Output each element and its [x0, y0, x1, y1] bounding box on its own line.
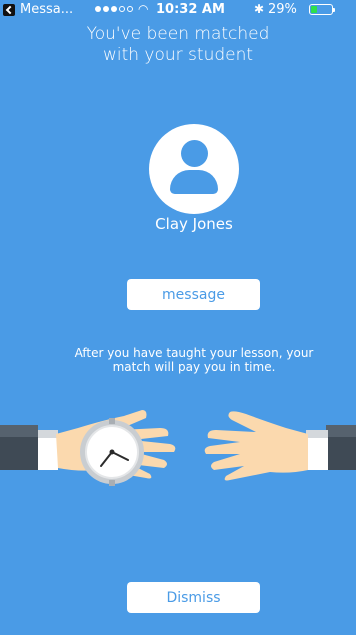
signal-strength-icon — [95, 6, 133, 12]
message-button[interactable]: message — [127, 279, 260, 310]
battery-percentage: 29% — [268, 2, 297, 17]
payment-info-text: After you have taught your lesson, your … — [74, 346, 314, 374]
student-name: Clay Jones — [155, 215, 233, 233]
battery-icon — [309, 4, 335, 15]
match-screen: Messa... ◠ 10:32 AM ✱ 29% You've been ma… — [0, 0, 356, 635]
bluetooth-icon: ✱ — [254, 2, 265, 16]
wifi-icon: ◠ — [138, 2, 149, 16]
match-title: You've been matched with your student — [86, 24, 270, 65]
dismiss-button[interactable]: Dismiss — [127, 582, 260, 613]
status-bar: Messa... ◠ 10:32 AM ✱ 29% — [0, 0, 356, 20]
back-to-app-icon[interactable] — [3, 4, 15, 16]
student-avatar — [149, 124, 239, 214]
hands-exchange-illustration — [0, 410, 356, 486]
carrier-label: Messa... — [20, 2, 74, 17]
avatar-head — [181, 140, 208, 167]
avatar-body — [170, 170, 218, 194]
right-hand — [204, 411, 308, 481]
status-time: 10:32 AM — [156, 2, 225, 17]
